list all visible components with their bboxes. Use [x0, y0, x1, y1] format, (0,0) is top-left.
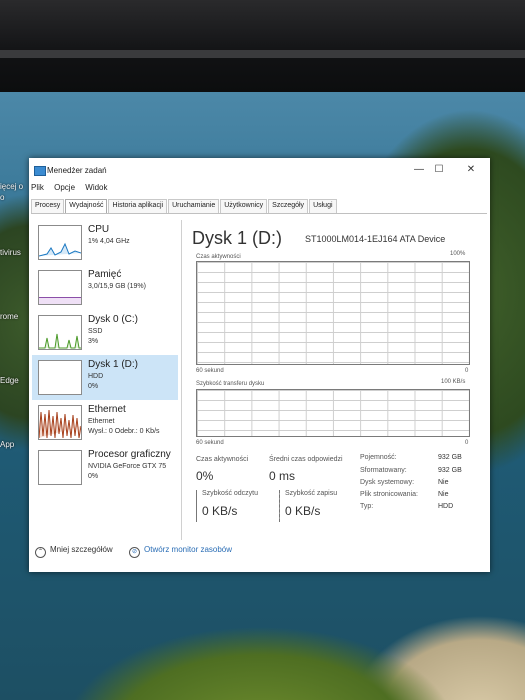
desktop-label[interactable]: rome	[0, 312, 18, 321]
tab-performance[interactable]: Wydajność	[65, 199, 108, 213]
ethernet-graph-line	[39, 409, 81, 439]
graph2-zero: 0	[465, 440, 469, 446]
device-name: Ethernet	[88, 404, 126, 415]
title-bar[interactable]: Menedżer zadań — ☐ ✕	[29, 158, 490, 182]
disk1-mini-graph	[38, 360, 82, 395]
capacity-value: 932 GB	[438, 454, 462, 461]
resource-monitor-icon: ⊘	[129, 547, 140, 558]
device-item-disk0[interactable]: Dysk 0 (C:) SSD 3%	[32, 310, 178, 355]
device-sub2: 0%	[88, 473, 99, 480]
device-item-memory[interactable]: Pamięć 3,0/15,9 GB (19%)	[32, 265, 178, 310]
device-name: Pamięć	[88, 269, 122, 280]
tab-strip: Procesy Wydajność Historia aplikacji Uru…	[31, 199, 338, 213]
system-disk-value: Nie	[438, 479, 449, 486]
disk0-mini-graph	[38, 315, 82, 350]
tab-users[interactable]: Użytkownicy	[220, 199, 268, 213]
maximize-button[interactable]: ☐	[429, 162, 449, 178]
fewer-details-button[interactable]: ⌃ Mniej szczegółów	[35, 545, 113, 558]
minimize-button[interactable]: —	[409, 162, 429, 178]
tab-startup[interactable]: Uruchamianie	[168, 199, 220, 213]
menu-bar: Plik Opcje Widok	[31, 183, 116, 192]
task-manager-icon	[34, 166, 46, 176]
device-item-cpu[interactable]: CPU 1% 4,04 GHz	[32, 220, 178, 265]
transfer-graph-max: 100 KB/s	[441, 379, 466, 385]
device-sub1: Ethernet	[88, 418, 115, 425]
type-label: Typ:	[360, 503, 374, 510]
transfer-rate-graph	[196, 389, 470, 437]
capacity-label: Pojemność:	[360, 454, 397, 461]
read-speed-marker	[196, 490, 197, 522]
active-time-graph-label: Czas aktywności	[196, 254, 241, 260]
graph2-time-span: 60 sekund	[196, 440, 224, 446]
device-item-disk1[interactable]: Dysk 1 (D:) HDD 0%	[32, 355, 178, 400]
menu-view[interactable]: Widok	[85, 183, 107, 192]
response-time-value: 0 ms	[269, 469, 296, 483]
write-speed-marker	[279, 490, 280, 522]
device-sub1: 3,0/15,9 GB (19%)	[88, 283, 146, 290]
read-speed-label: Szybkość odczytu	[202, 490, 259, 497]
fewer-details-label: Mniej szczegółów	[50, 545, 113, 554]
device-item-ethernet[interactable]: Ethernet Ethernet Wysł.: 0 Odebr.: 0 Kb/…	[32, 400, 178, 445]
page-file-label: Plik stronicowania:	[360, 491, 418, 498]
cpu-graph-line	[39, 242, 81, 257]
monitor-bezel-edge	[0, 50, 525, 58]
device-list: CPU 1% 4,04 GHz Pamięć 3,0/15,9 GB (19%)…	[32, 220, 178, 490]
formatted-label: Sformatowany:	[360, 467, 407, 474]
page-file-value: Nie	[438, 491, 449, 498]
menu-file[interactable]: Plik	[31, 183, 44, 192]
device-sub1: SSD	[88, 328, 103, 335]
device-name: Procesor graficzny	[88, 449, 171, 460]
system-disk-label: Dysk systemowy:	[360, 479, 415, 486]
desktop-label[interactable]: App	[0, 440, 14, 449]
device-sub1: NVIDIA GeForce GTX 75	[88, 463, 167, 470]
device-name: Dysk 0 (C:)	[88, 314, 138, 325]
active-time-graph	[196, 261, 470, 365]
active-time-graph-max: 100%	[450, 251, 466, 257]
tab-processes[interactable]: Procesy	[31, 199, 65, 213]
close-button[interactable]: ✕	[461, 162, 481, 178]
pane-separator	[181, 220, 182, 540]
response-time-label: Średni czas odpowiedzi	[269, 456, 343, 463]
desktop-label[interactable]: Edge	[0, 376, 19, 385]
desktop-label[interactable]: ięcej o	[0, 182, 23, 191]
active-time-value: 0%	[196, 469, 214, 483]
device-sub1: 1% 4,04 GHz	[88, 238, 130, 245]
device-name: CPU	[88, 224, 110, 235]
task-manager-window: Menedżer zadań — ☐ ✕ Plik Opcje Widok Pr…	[29, 158, 490, 572]
window-title: Menedżer zadań	[47, 166, 107, 175]
desktop-label[interactable]: o	[0, 193, 4, 202]
disk0-graph-line	[39, 333, 81, 349]
desktop-label[interactable]: tivirus	[0, 248, 21, 257]
device-sub2: 0%	[88, 383, 99, 390]
memory-mini-graph	[38, 270, 82, 305]
tab-app-history[interactable]: Historia aplikacji	[108, 199, 168, 213]
gpu-mini-graph	[38, 450, 82, 485]
monitor-bezel	[0, 0, 525, 92]
device-name: Dysk 1 (D:)	[88, 359, 138, 370]
device-sub2: Wysł.: 0 Odebr.: 0 Kb/s	[88, 428, 160, 435]
open-resource-monitor-label: Otwórz monitor zasobów	[144, 545, 233, 554]
tab-divider	[31, 213, 487, 214]
transfer-graph-label: Szybkość transferu dysku	[196, 381, 265, 387]
device-sub1: HDD	[88, 373, 104, 380]
detail-title: Dysk 1 (D:)	[192, 228, 282, 248]
chevron-up-icon: ⌃	[35, 547, 46, 558]
menu-options[interactable]: Opcje	[54, 183, 75, 192]
device-sub2: 3%	[88, 338, 99, 345]
cpu-mini-graph	[38, 225, 82, 260]
tab-details[interactable]: Szczegóły	[268, 199, 309, 213]
type-value: HDD	[438, 503, 454, 510]
graph1-time-span: 60 sekund	[196, 368, 224, 374]
tab-services[interactable]: Usługi	[309, 199, 337, 213]
formatted-value: 932 GB	[438, 467, 462, 474]
disk-model: ST1000LM014-1EJ164 ATA Device	[305, 234, 446, 244]
read-speed-value: 0 KB/s	[202, 504, 238, 518]
device-item-gpu[interactable]: Procesor graficzny NVIDIA GeForce GTX 75…	[32, 445, 178, 490]
graph1-zero: 0	[465, 368, 469, 374]
active-time-label: Czas aktywności	[196, 456, 249, 463]
open-resource-monitor-link[interactable]: ⊘ Otwórz monitor zasobów	[129, 545, 232, 558]
write-speed-value: 0 KB/s	[285, 504, 321, 518]
write-speed-label: Szybkość zapisu	[285, 490, 338, 497]
ethernet-mini-graph	[38, 405, 82, 440]
